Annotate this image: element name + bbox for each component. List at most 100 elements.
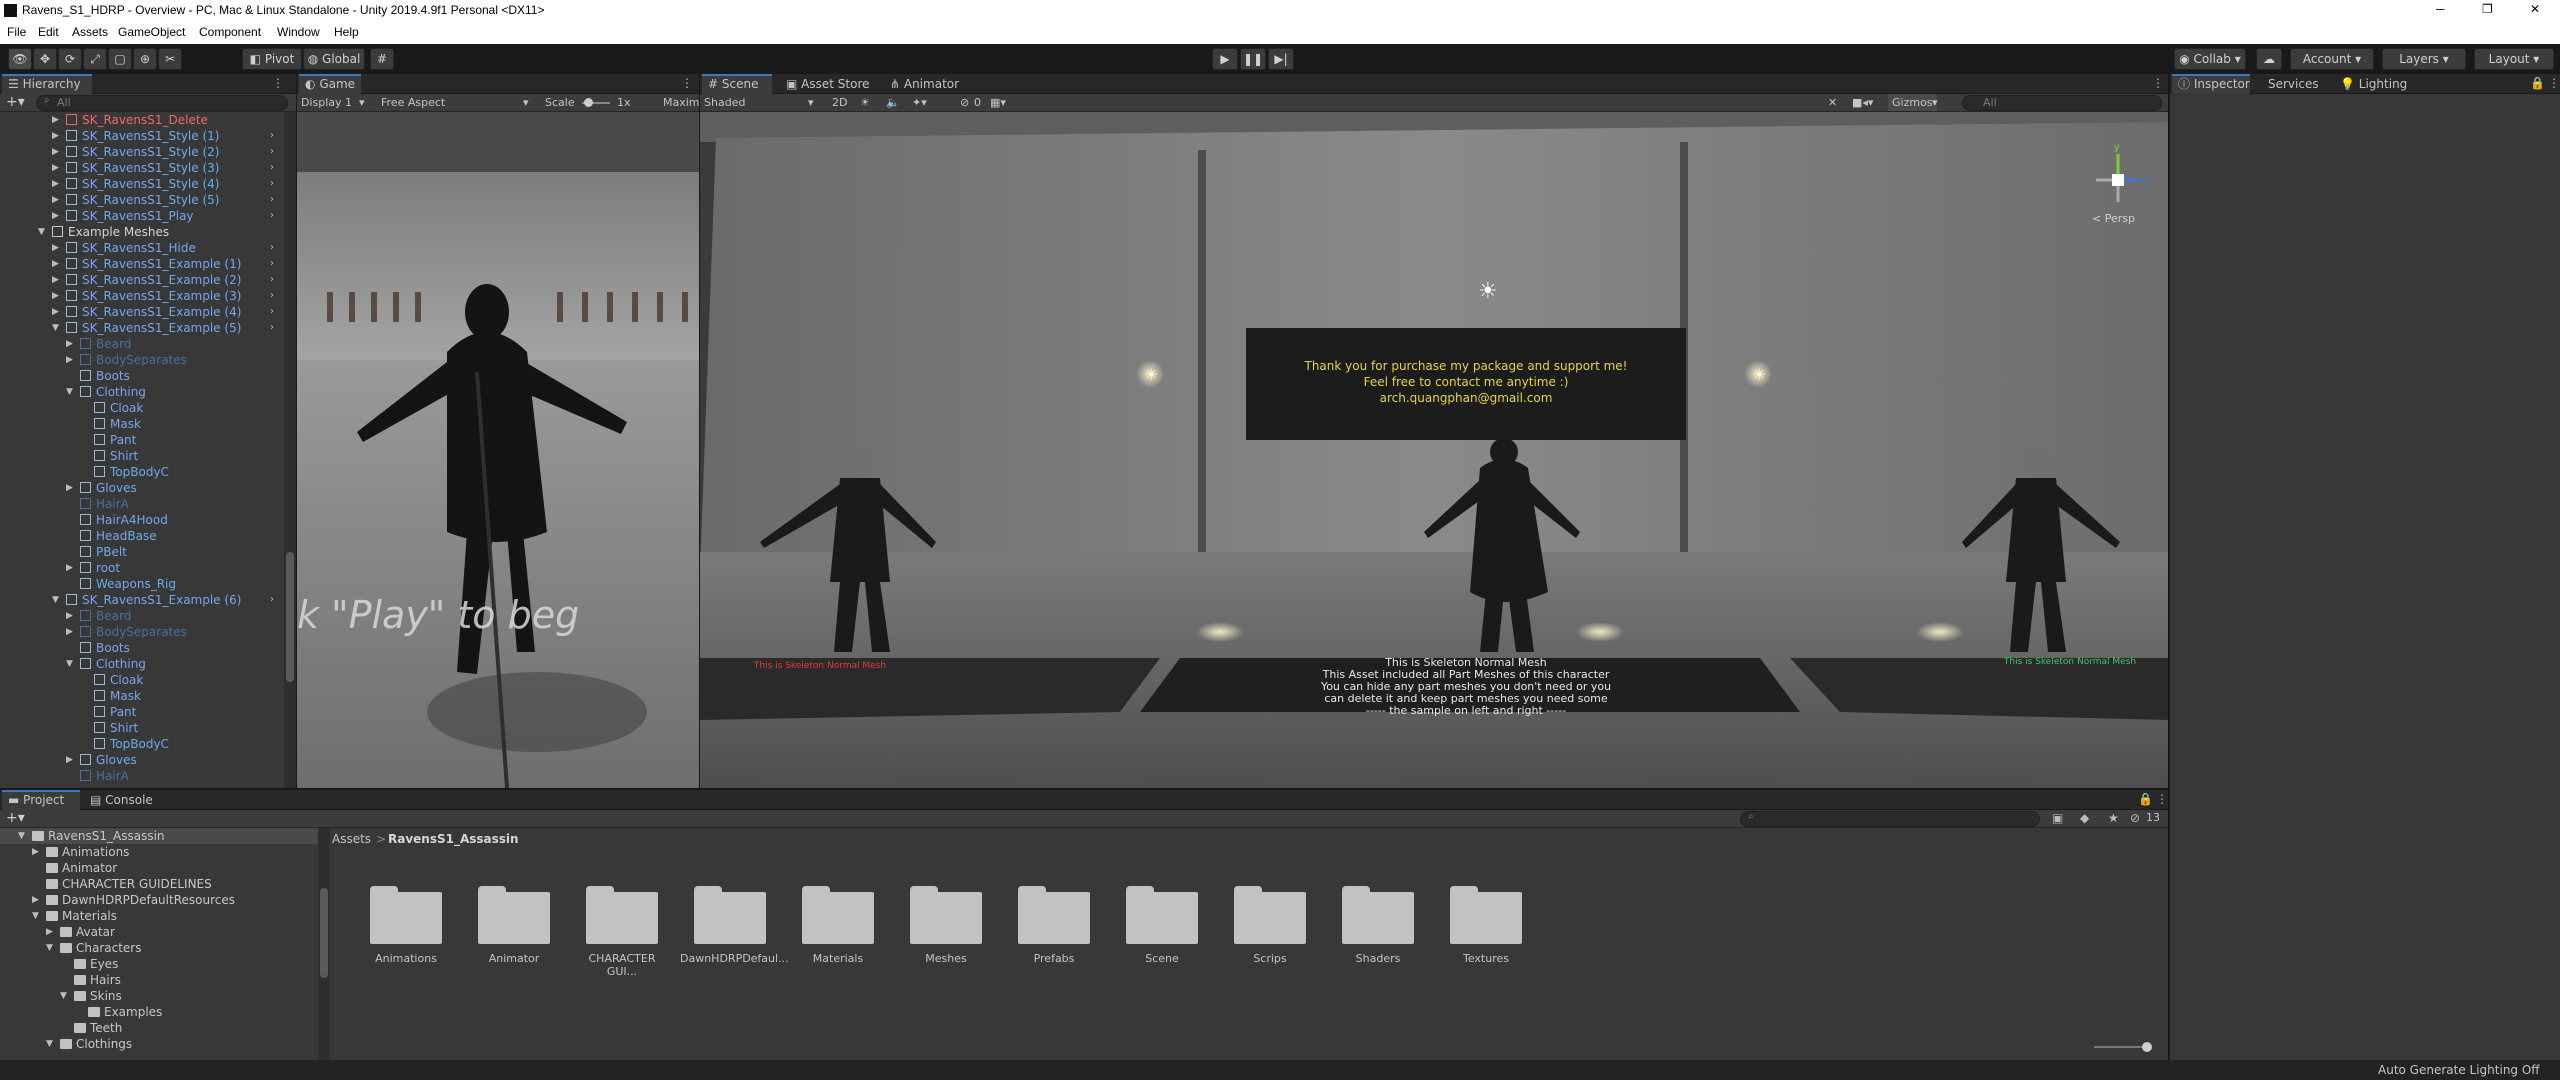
project-tree-item[interactable]: ▼ Materials xyxy=(0,908,318,924)
maximize-on-play-toggle[interactable]: Maxim xyxy=(663,94,700,111)
asset-folder-item[interactable]: Meshes xyxy=(896,886,996,986)
expand-right-icon[interactable]: ▶ xyxy=(52,128,60,144)
expand-right-icon[interactable]: ▶ xyxy=(66,624,74,640)
tab-console[interactable]: ▤ Console xyxy=(84,790,164,810)
hierarchy-row[interactable]: ▶ BodySeparates xyxy=(0,352,284,368)
project-panel-menu-icon[interactable]: ⋮ xyxy=(2156,792,2168,806)
prefab-open-arrow-icon[interactable]: › xyxy=(270,320,274,336)
project-tree-item[interactable]: ▼ Characters xyxy=(0,940,318,956)
project-tree-item[interactable]: ▼ RavensS1_Assassin xyxy=(0,828,318,844)
minimize-button[interactable]: ─ xyxy=(2436,2,2445,16)
grid-snap-button[interactable]: # xyxy=(370,48,394,70)
asset-folder-item[interactable]: Animations xyxy=(356,886,456,986)
prefab-open-arrow-icon[interactable]: › xyxy=(270,192,274,208)
hierarchy-row[interactable]: ▶ BodySeparates xyxy=(0,624,284,640)
expand-down-icon[interactable]: ▼ xyxy=(66,656,74,672)
hierarchy-row[interactable]: ▼ Clothing xyxy=(0,384,284,400)
prefab-open-arrow-icon[interactable]: › xyxy=(270,240,274,256)
expand-right-icon[interactable]: ▶ xyxy=(52,272,60,288)
pause-button[interactable]: ❚❚ xyxy=(1240,48,1266,70)
expand-right-icon[interactable]: ▶ xyxy=(46,924,54,940)
expand-down-icon[interactable]: ▼ xyxy=(52,592,60,608)
prefab-open-arrow-icon[interactable]: › xyxy=(270,160,274,176)
expand-right-icon[interactable]: ▶ xyxy=(66,560,74,576)
hierarchy-row[interactable]: ▶ Beard xyxy=(0,608,284,624)
prefab-open-arrow-icon[interactable]: › xyxy=(270,592,274,608)
hierarchy-row[interactable]: ▶ SK_RavensS1_Style (1) › xyxy=(0,128,284,144)
hierarchy-row[interactable]: ▶ SK_RavensS1_Example (2) › xyxy=(0,272,284,288)
expand-right-icon[interactable]: ▶ xyxy=(52,176,60,192)
asset-folder-item[interactable]: Animator xyxy=(464,886,564,986)
expand-down-icon[interactable]: ▼ xyxy=(32,908,40,924)
hierarchy-row[interactable]: ▼ SK_RavensS1_Example (6) › xyxy=(0,592,284,608)
project-tree-item[interactable]: Examples xyxy=(0,1004,318,1020)
menu-gameobject[interactable]: GameObject xyxy=(118,25,185,39)
expand-right-icon[interactable]: ▶ xyxy=(66,608,74,624)
hierarchy-row[interactable]: HairA xyxy=(0,496,284,512)
project-tree-scroll-thumb[interactable] xyxy=(320,888,328,978)
hierarchy-row[interactable]: ▶ Gloves xyxy=(0,752,284,768)
expand-down-icon[interactable]: ▼ xyxy=(46,940,54,956)
expand-right-icon[interactable]: ▶ xyxy=(66,352,74,368)
hierarchy-row[interactable]: Mask xyxy=(0,688,284,704)
transform-tool-button[interactable]: ⊕ xyxy=(133,48,157,70)
hidden-objects-icon[interactable]: ⊘ xyxy=(960,94,969,111)
prefab-open-arrow-icon[interactable]: › xyxy=(270,288,274,304)
audio-toggle-icon[interactable]: 🔈 xyxy=(886,94,900,111)
hierarchy-row[interactable]: ▶ SK_RavensS1_Play › xyxy=(0,208,284,224)
hierarchy-row[interactable]: HairA xyxy=(0,768,284,784)
scene-panel-menu-icon[interactable]: ⋮ xyxy=(2152,76,2164,90)
expand-down-icon[interactable]: ▼ xyxy=(38,224,46,240)
maximize-button[interactable]: ❐ xyxy=(2482,2,2493,16)
expand-right-icon[interactable]: ▶ xyxy=(32,892,40,908)
tools-icon[interactable]: ✕ xyxy=(1828,94,1837,111)
prefab-open-arrow-icon[interactable]: › xyxy=(270,176,274,192)
hierarchy-row[interactable]: ▼ Example Meshes xyxy=(0,224,284,240)
play-button[interactable]: ▶ xyxy=(1212,48,1238,70)
mode-2d-toggle[interactable]: 2D xyxy=(832,94,847,111)
gizmos-dropdown[interactable]: Gizmos xyxy=(1888,94,1937,111)
asset-folder-item[interactable]: DawnHDRPDefaul... xyxy=(680,886,789,986)
icon-size-slider[interactable] xyxy=(2094,1046,2148,1048)
rotate-tool-button[interactable]: ⟳ xyxy=(58,48,82,70)
tab-game[interactable]: ◐ Game xyxy=(299,74,361,94)
project-tree-item[interactable]: CHARACTER GUIDELINES xyxy=(0,876,318,892)
prefab-open-arrow-icon[interactable]: › xyxy=(270,144,274,160)
favorite-icon[interactable]: ★ xyxy=(2108,811,2119,825)
project-tree-item[interactable]: ▶ Animations xyxy=(0,844,318,860)
hierarchy-scroll-thumb[interactable] xyxy=(286,552,294,682)
menu-component[interactable]: Component xyxy=(199,25,261,39)
light-gizmo-left-icon[interactable]: ☀ xyxy=(1144,365,1158,384)
menu-help[interactable]: Help xyxy=(334,25,359,39)
expand-down-icon[interactable]: ▼ xyxy=(60,988,68,1004)
hierarchy-row[interactable]: PBelt xyxy=(0,544,284,560)
hierarchy-row[interactable]: ▶ root xyxy=(0,560,284,576)
expand-right-icon[interactable]: ▶ xyxy=(66,480,74,496)
hierarchy-row[interactable]: Shirt xyxy=(0,448,284,464)
project-tree-item[interactable]: Hairs xyxy=(0,972,318,988)
scale-tool-button[interactable]: ⤢ xyxy=(83,48,107,70)
prefab-open-arrow-icon[interactable]: › xyxy=(270,208,274,224)
layers-dropdown[interactable]: Layers ▾ xyxy=(2382,48,2466,70)
hierarchy-row[interactable]: Weapons_Rig xyxy=(0,576,284,592)
pivot-toggle[interactable]: ◧ Pivot xyxy=(242,48,302,70)
hierarchy-row[interactable]: Pant xyxy=(0,704,284,720)
expand-right-icon[interactable]: ▶ xyxy=(52,208,60,224)
expand-right-icon[interactable]: ▶ xyxy=(66,336,74,352)
lock-icon[interactable]: 🔒 xyxy=(2530,76,2545,90)
scale-slider-thumb[interactable] xyxy=(584,98,593,107)
hierarchy-search-input[interactable]: All xyxy=(36,95,288,111)
asset-folder-item[interactable]: CHARACTER GUI... xyxy=(572,886,672,986)
panel-menu-icon[interactable]: ⋮ xyxy=(272,76,284,90)
menu-edit[interactable]: Edit xyxy=(38,25,59,39)
expand-right-icon[interactable]: ▶ xyxy=(52,160,60,176)
expand-down-icon[interactable]: ▼ xyxy=(18,828,26,844)
asset-folder-item[interactable]: Scrips xyxy=(1220,886,1320,986)
step-button[interactable]: ▶| xyxy=(1268,48,1294,70)
rect-tool-button[interactable]: ▢ xyxy=(108,48,132,70)
asset-folder-item[interactable]: Scene xyxy=(1112,886,1212,986)
hierarchy-row[interactable]: Cloak xyxy=(0,672,284,688)
close-button[interactable]: ✕ xyxy=(2530,2,2540,16)
breadcrumb-root[interactable]: Assets xyxy=(332,830,371,848)
hierarchy-row[interactable]: TopBodyC xyxy=(0,736,284,752)
